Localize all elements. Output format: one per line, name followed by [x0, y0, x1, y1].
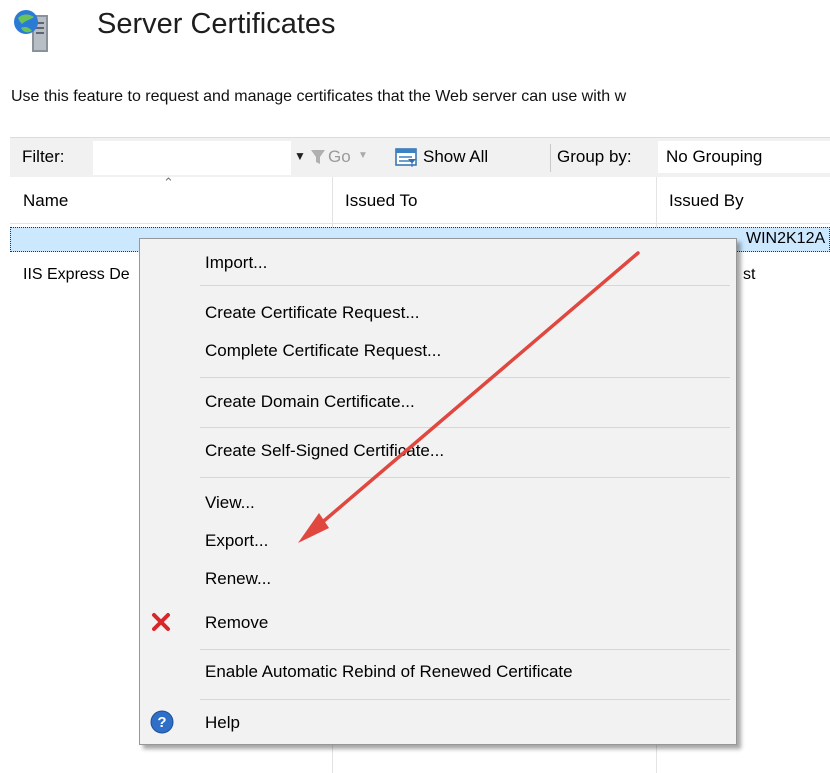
menu-item-help[interactable]: ? Help — [140, 705, 736, 739]
menu-item-import[interactable]: Import... — [140, 245, 736, 279]
group-by-value: No Grouping — [666, 147, 763, 166]
menu-item-create-self-signed-certificate[interactable]: Create Self-Signed Certificate... — [140, 433, 736, 467]
filter-dropdown-icon[interactable]: ▼ — [294, 149, 306, 163]
toolbar-separator — [550, 144, 551, 172]
menu-separator — [200, 285, 730, 286]
menu-separator — [200, 377, 730, 378]
cell-issued-by: WIN2K12A — [746, 230, 826, 247]
filter-toolbar: Filter: ▼ Go ▼ Show All Group by: No Gro… — [10, 137, 830, 179]
go-button[interactable]: Go — [328, 147, 351, 167]
menu-item-create-domain-certificate[interactable]: Create Domain Certificate... — [140, 384, 736, 418]
help-icon: ? — [150, 710, 174, 734]
cell-name: IIS Express De — [23, 266, 130, 283]
menu-item-remove[interactable]: Remove — [140, 605, 736, 639]
menu-item-export[interactable]: Export... — [140, 523, 736, 557]
funnel-icon — [311, 150, 325, 164]
menu-item-enable-automatic-rebind[interactable]: Enable Automatic Rebind of Renewed Certi… — [140, 654, 736, 688]
context-menu: Import... Create Certificate Request... … — [139, 238, 737, 745]
menu-separator — [200, 649, 730, 650]
page-title: Server Certificates — [97, 8, 336, 40]
remove-icon — [152, 613, 170, 631]
menu-item-create-certificate-request[interactable]: Create Certificate Request... — [140, 295, 736, 329]
cell-issued-by: st — [743, 266, 756, 283]
menu-item-renew[interactable]: Renew... — [140, 561, 736, 595]
group-by-select[interactable]: No Grouping — [658, 141, 830, 173]
menu-separator — [200, 699, 730, 700]
menu-separator — [200, 477, 730, 478]
menu-item-view[interactable]: View... — [140, 485, 736, 519]
show-all-icon — [395, 148, 417, 167]
filter-input[interactable] — [93, 141, 291, 175]
header: Server Certificates — [0, 0, 830, 60]
filter-label: Filter: — [22, 147, 65, 166]
page-description: Use this feature to request and manage c… — [11, 88, 627, 105]
sort-ascending-icon: ⌃ — [163, 175, 174, 190]
go-dropdown-icon[interactable]: ▼ — [358, 150, 368, 161]
server-icon — [14, 10, 48, 52]
column-header-issued-to[interactable]: Issued To — [332, 177, 656, 224]
column-header-name[interactable]: Name ⌃ — [10, 175, 332, 224]
group-by-label: Group by: — [557, 147, 632, 166]
svg-text:?: ? — [157, 714, 166, 731]
show-all-button[interactable]: Show All — [423, 147, 488, 167]
column-header-issued-by[interactable]: Issued By — [656, 177, 830, 224]
menu-separator — [200, 427, 730, 428]
menu-item-complete-certificate-request[interactable]: Complete Certificate Request... — [140, 333, 736, 367]
